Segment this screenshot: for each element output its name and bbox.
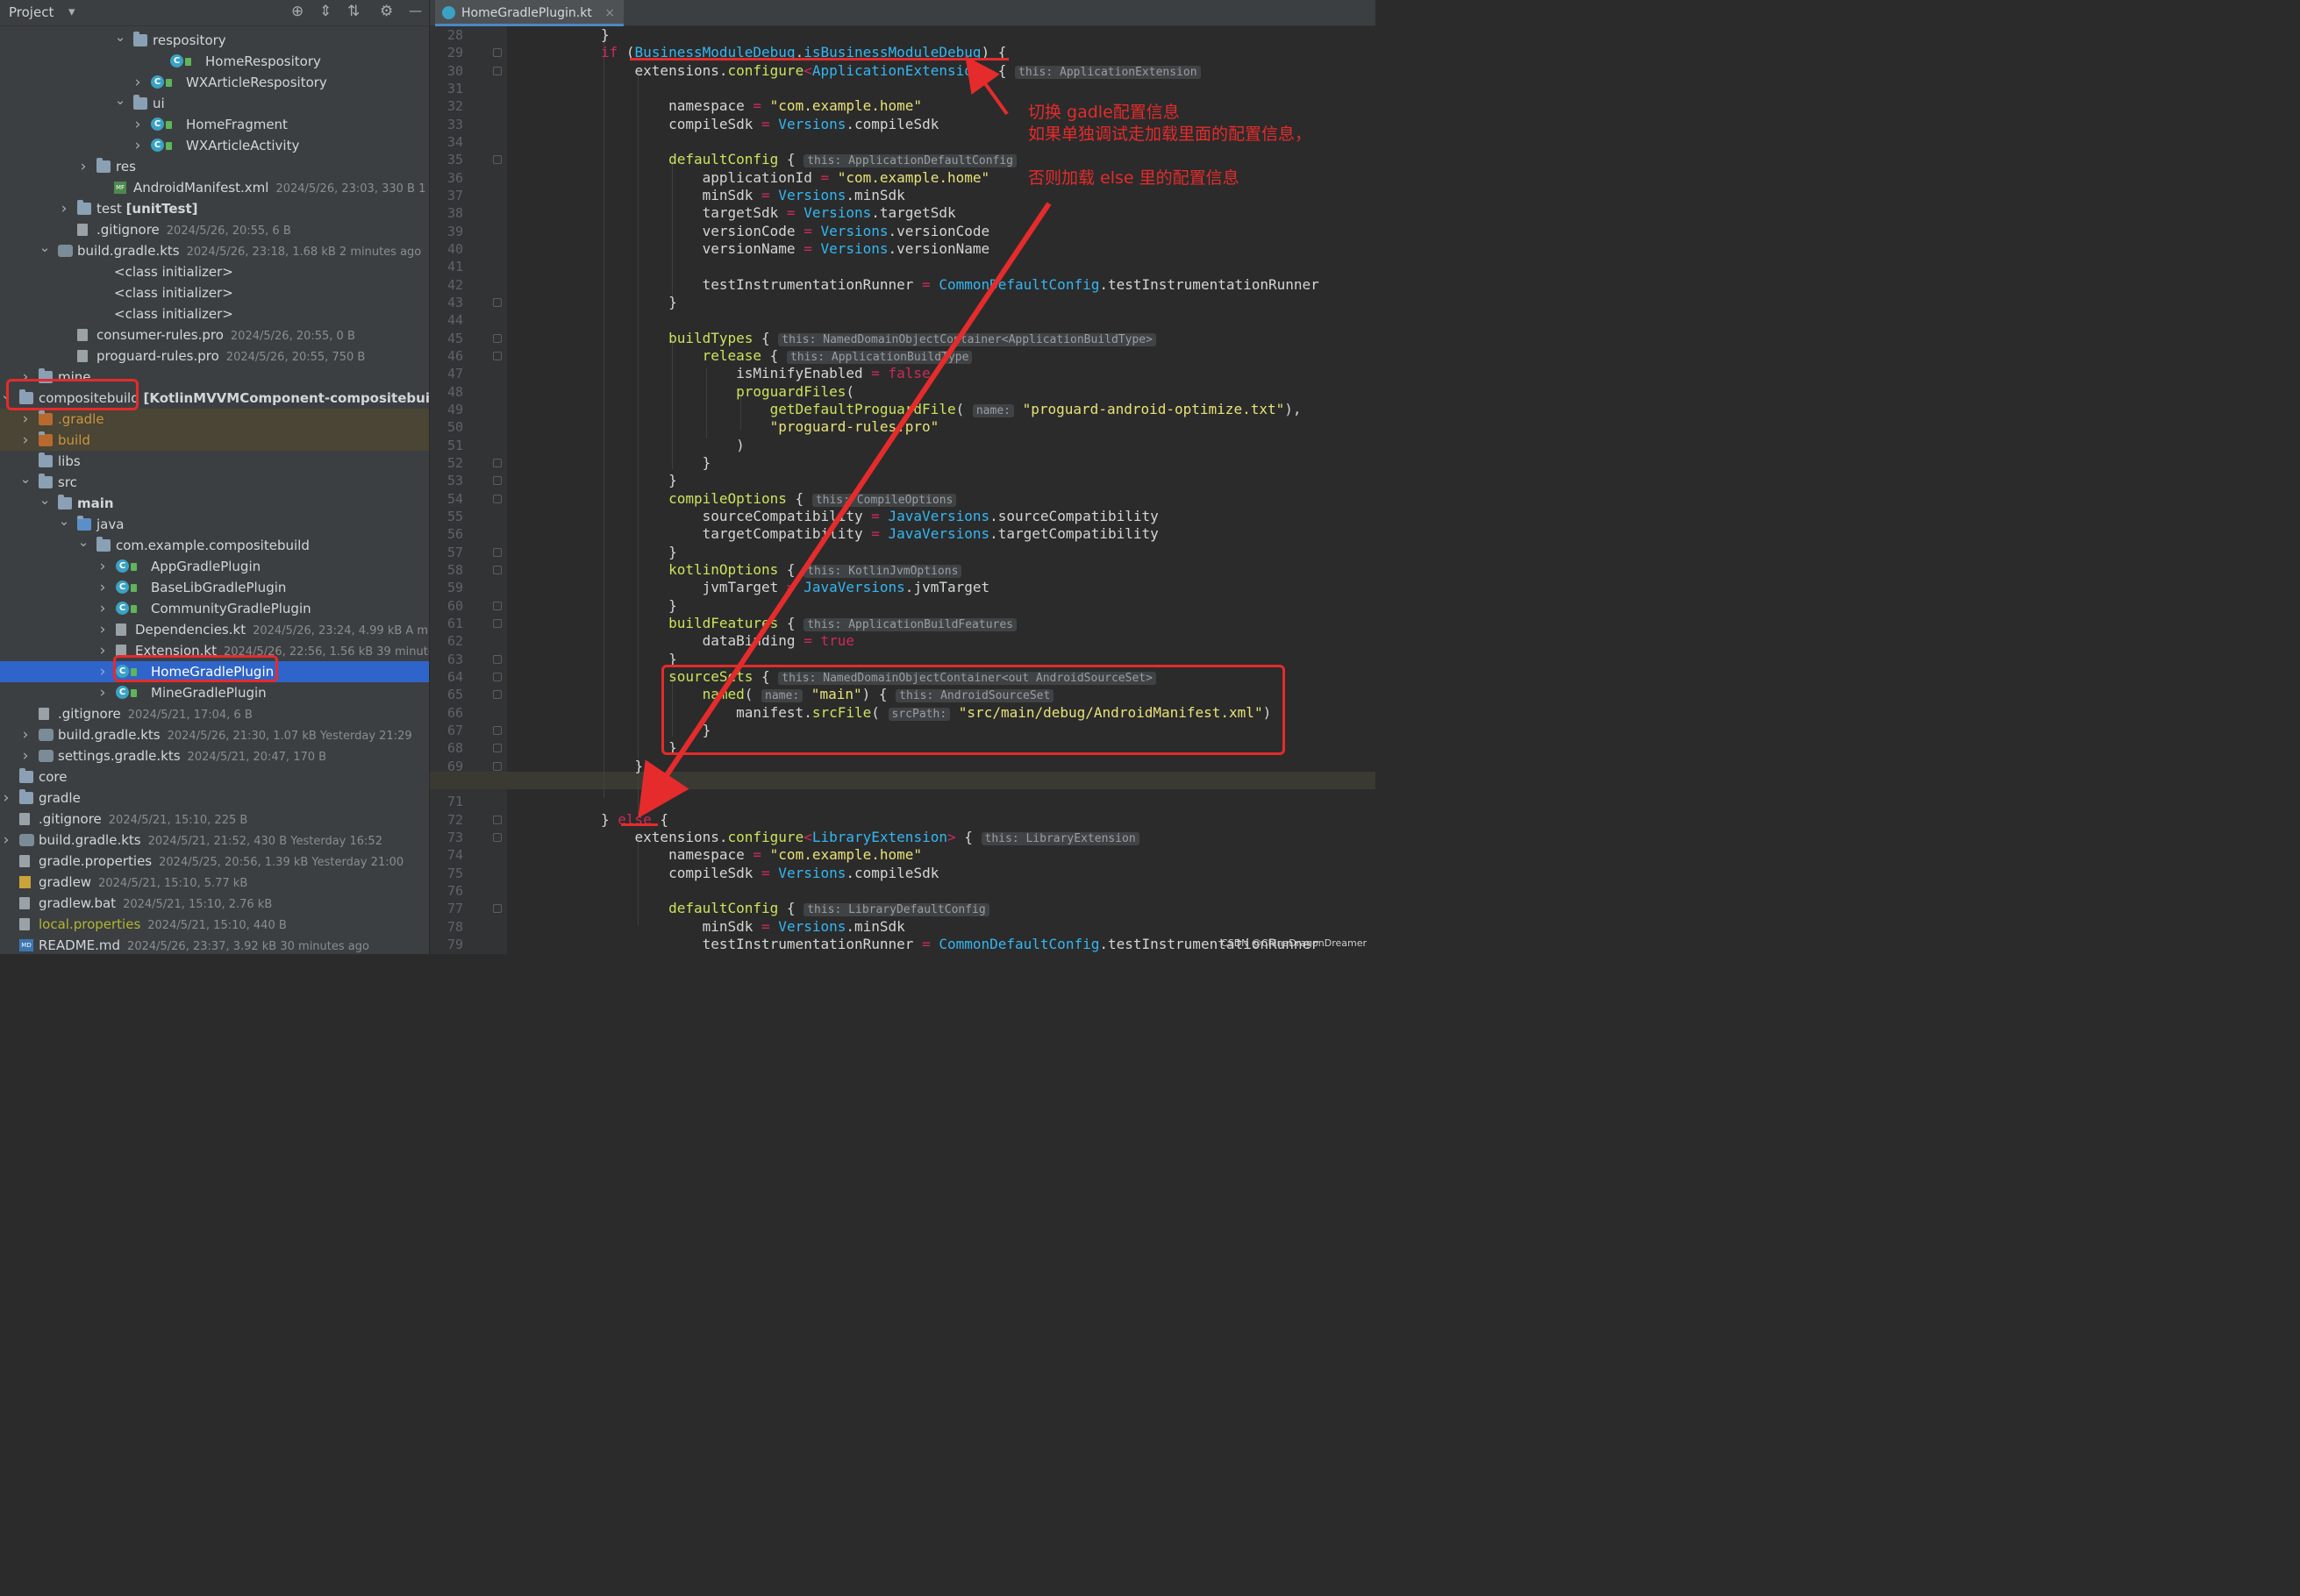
arrow-to-else — [638, 202, 1052, 818]
watermark: CSDN @ChinaDragonDreamer — [1221, 937, 1367, 949]
annotation-arrows — [638, 55, 1052, 818]
arrow-to-extension — [965, 55, 1009, 116]
